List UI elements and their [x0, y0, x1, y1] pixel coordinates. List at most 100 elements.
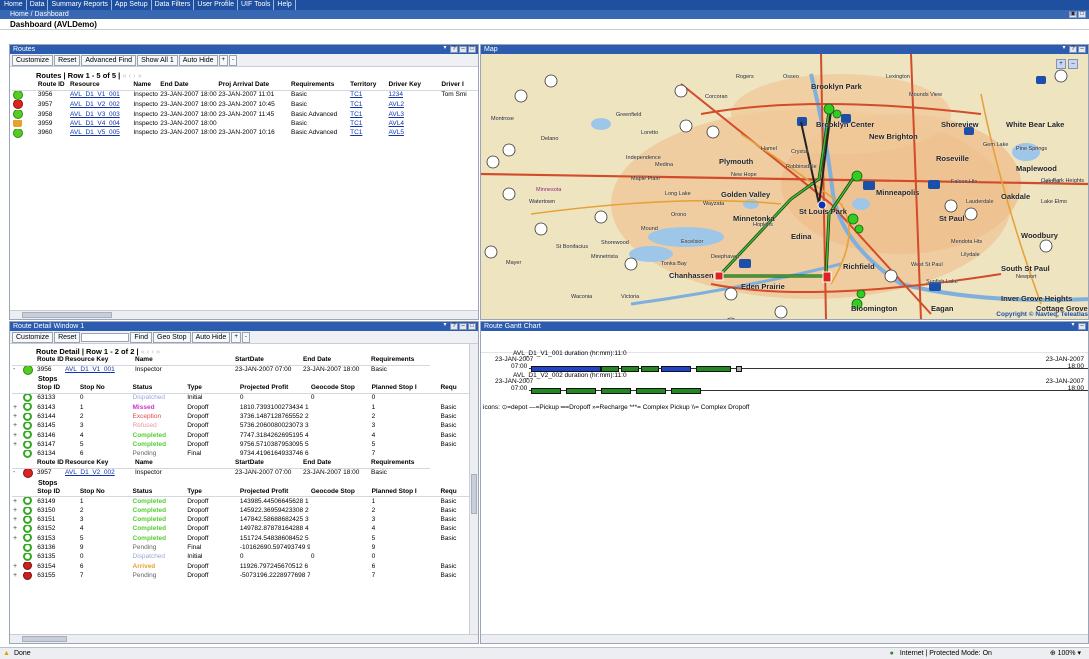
- routes-reset-button[interactable]: Reset: [54, 54, 81, 66]
- stop-row[interactable]: 63133 0 Dispatched Initial 0 0 0: [12, 393, 472, 404]
- cell-territory[interactable]: TC1: [349, 129, 387, 139]
- cell-driver_key[interactable]: AVL4: [388, 120, 441, 129]
- cell-driver_key[interactable]: 1234: [388, 90, 441, 100]
- map-canvas[interactable]: Brooklyn Park Brooklyn Center Shoreview Whi…: [481, 54, 1088, 319]
- column-header[interactable]: StartDate: [234, 356, 302, 366]
- table-row[interactable]: 3958 AVL_D1_V3_003 Inspecto 23-JAN-2007 18:…: [12, 110, 478, 120]
- detail-auto-hide-button[interactable]: Auto Hide: [191, 331, 231, 343]
- menu-item-uif-tools[interactable]: UIF Tools: [238, 0, 275, 10]
- column-header[interactable]: Resource Key: [64, 356, 134, 366]
- expand-toggle[interactable]: +: [12, 497, 22, 507]
- expand-toggle[interactable]: +: [12, 516, 22, 525]
- maximize-window-icon[interactable]: □: [1078, 11, 1086, 18]
- cell-driver_key[interactable]: AVL5: [388, 129, 441, 139]
- stop-row[interactable]: +63146 4 Completed Dropoff 7747.318426269519…: [12, 431, 472, 440]
- expand-toggle[interactable]: +: [12, 441, 22, 450]
- stop-row[interactable]: +63149 1 Completed Dropoff 143985.4450664562…: [12, 496, 472, 507]
- cell-resource_key-text[interactable]: AVL_D1_V1_001: [65, 366, 115, 373]
- column-header[interactable]: Proj Arrival Date: [217, 81, 291, 91]
- column-header[interactable]: End Date: [302, 356, 370, 366]
- column-header[interactable]: Projected Profit: [238, 384, 310, 395]
- expand-toggle[interactable]: +: [12, 403, 22, 412]
- panel-menu-icon[interactable]: ▾: [441, 45, 449, 53]
- expand-toggle[interactable]: +: [12, 507, 22, 516]
- zoom-in-icon[interactable]: +: [1056, 59, 1066, 69]
- stop-row[interactable]: 63135 0 Dispatched Initial 0 0 0: [12, 553, 472, 562]
- collapse-toggle[interactable]: -: [12, 365, 22, 375]
- pagination-arrows[interactable]: « ‹ › »: [122, 71, 142, 80]
- cell-driver_key[interactable]: AVL3: [388, 110, 441, 120]
- detail-minus-button[interactable]: -: [241, 331, 250, 343]
- routes-customize-button[interactable]: Customize: [12, 54, 54, 66]
- collapse-toggle[interactable]: -: [12, 468, 22, 478]
- column-header[interactable]: Requirements: [290, 81, 350, 91]
- column-header[interactable]: Driver I: [440, 81, 478, 91]
- gantt-task-bar[interactable]: [636, 388, 666, 394]
- minimize-icon[interactable]: –: [1078, 323, 1086, 330]
- cell-driver_key[interactable]: AVL2: [388, 100, 441, 110]
- gantt-row[interactable]: AVL_D1_V2_002 duration (hr:mm):11:0 23-JA…: [481, 372, 1088, 397]
- table-row[interactable]: 3960 AVL_D1_V5_005 Inspecto 23-JAN-2007 18:…: [12, 128, 478, 139]
- stop-row[interactable]: +63155 7 Pending Dropoff -5073196.2228977698…: [12, 571, 472, 581]
- detail-reset-button[interactable]: Reset: [54, 331, 81, 343]
- column-header[interactable]: Route ID: [36, 356, 64, 366]
- cell-resource-text[interactable]: AVL_D1_V3_003: [70, 111, 120, 118]
- cell-driver_key-text[interactable]: AVL3: [389, 111, 404, 118]
- expand-toggle[interactable]: +: [12, 431, 22, 440]
- column-header[interactable]: Geocode Stop: [309, 384, 371, 395]
- column-header[interactable]: StartDate: [234, 459, 302, 469]
- cell-territory[interactable]: TC1: [349, 110, 387, 120]
- routes-auto-hide-button[interactable]: Auto Hide: [178, 54, 218, 66]
- cell-resource_key-text[interactable]: AVL_D1_V2_002: [65, 469, 115, 476]
- column-header[interactable]: Status: [131, 487, 187, 498]
- find-input[interactable]: [81, 332, 130, 342]
- restore-window-icon[interactable]: ▣: [1069, 11, 1077, 18]
- scrollbar-thumb[interactable]: [22, 636, 67, 642]
- help-icon[interactable]: ?: [1069, 46, 1077, 53]
- column-header[interactable]: Geocode Stop: [309, 487, 371, 498]
- detail-geo-stop-button[interactable]: Geo Stop: [153, 331, 191, 343]
- cell-driver_key-text[interactable]: AVL5: [389, 129, 404, 136]
- menu-item-app-setup[interactable]: App Setup: [112, 0, 152, 10]
- zoom-level[interactable]: ⊕ 100% ▾: [1050, 648, 1081, 659]
- cell-territory-text[interactable]: TC1: [350, 120, 362, 127]
- gantt-task-bar[interactable]: [736, 366, 742, 372]
- cell-territory-text[interactable]: TC1: [350, 129, 362, 136]
- stop-row[interactable]: +63144 2 Exception Dropoff 3736.148712876555…: [12, 412, 472, 422]
- column-header[interactable]: Route ID: [36, 81, 70, 91]
- stop-row[interactable]: +63151 3 Completed Dropoff 147842.5868868242…: [12, 515, 472, 525]
- column-header[interactable]: Territory: [349, 81, 388, 91]
- gantt-task-bar[interactable]: [566, 388, 596, 394]
- stop-row[interactable]: 63134 6 Pending Final 9734.4196164933746 6 7: [12, 449, 472, 459]
- minimize-icon[interactable]: –: [459, 323, 467, 330]
- column-header[interactable]: Resource Key: [64, 459, 134, 469]
- cell-territory[interactable]: TC1: [349, 120, 387, 129]
- column-header[interactable]: Planned Stop I: [370, 384, 440, 395]
- stop-row[interactable]: +63150 2 Completed Dropoff 145922.3695942330…: [12, 506, 472, 516]
- maximize-icon[interactable]: □: [468, 323, 476, 330]
- route-detail-horizontal-scrollbar[interactable]: [10, 634, 478, 643]
- expand-toggle[interactable]: +: [12, 413, 22, 422]
- column-header[interactable]: Driver Key: [387, 81, 441, 91]
- cell-territory-text[interactable]: TC1: [350, 91, 362, 98]
- column-header[interactable]: Stop ID: [36, 487, 79, 498]
- panel-menu-icon[interactable]: ▾: [441, 322, 449, 330]
- column-header[interactable]: Status: [131, 384, 187, 395]
- cell-driver_key-text[interactable]: AVL2: [389, 101, 404, 108]
- column-header[interactable]: Name: [134, 459, 234, 469]
- column-header[interactable]: Requirements: [370, 459, 430, 469]
- cell-resource-text[interactable]: AVL_D1_V1_001: [70, 91, 120, 98]
- gantt-task-bar[interactable]: [601, 388, 631, 394]
- cell-territory-text[interactable]: TC1: [350, 111, 362, 118]
- route-row[interactable]: - 3956 AVL_D1_V1_001 Inspector 23-JAN-2007 0…: [12, 365, 472, 375]
- scrollbar-thumb[interactable]: [471, 474, 477, 514]
- panel-menu-icon[interactable]: ▾: [1069, 322, 1077, 330]
- stop-row[interactable]: +63145 3 Refused Dropoff 5736.2060080023073 …: [12, 421, 472, 431]
- cell-territory-text[interactable]: TC1: [350, 101, 362, 108]
- help-icon[interactable]: ?: [450, 323, 458, 330]
- stop-row[interactable]: 63136 9 Pending Final -10162690.597493749 9 9: [12, 543, 472, 553]
- cell-territory[interactable]: TC1: [349, 90, 387, 100]
- cell-territory[interactable]: TC1: [349, 100, 387, 110]
- stop-row[interactable]: +63143 1 Missed Dropoff 1810.7393100273434 1…: [12, 403, 472, 412]
- stop-row[interactable]: +63154 6 Arrived Dropoff 11926.797245670512 …: [12, 562, 472, 571]
